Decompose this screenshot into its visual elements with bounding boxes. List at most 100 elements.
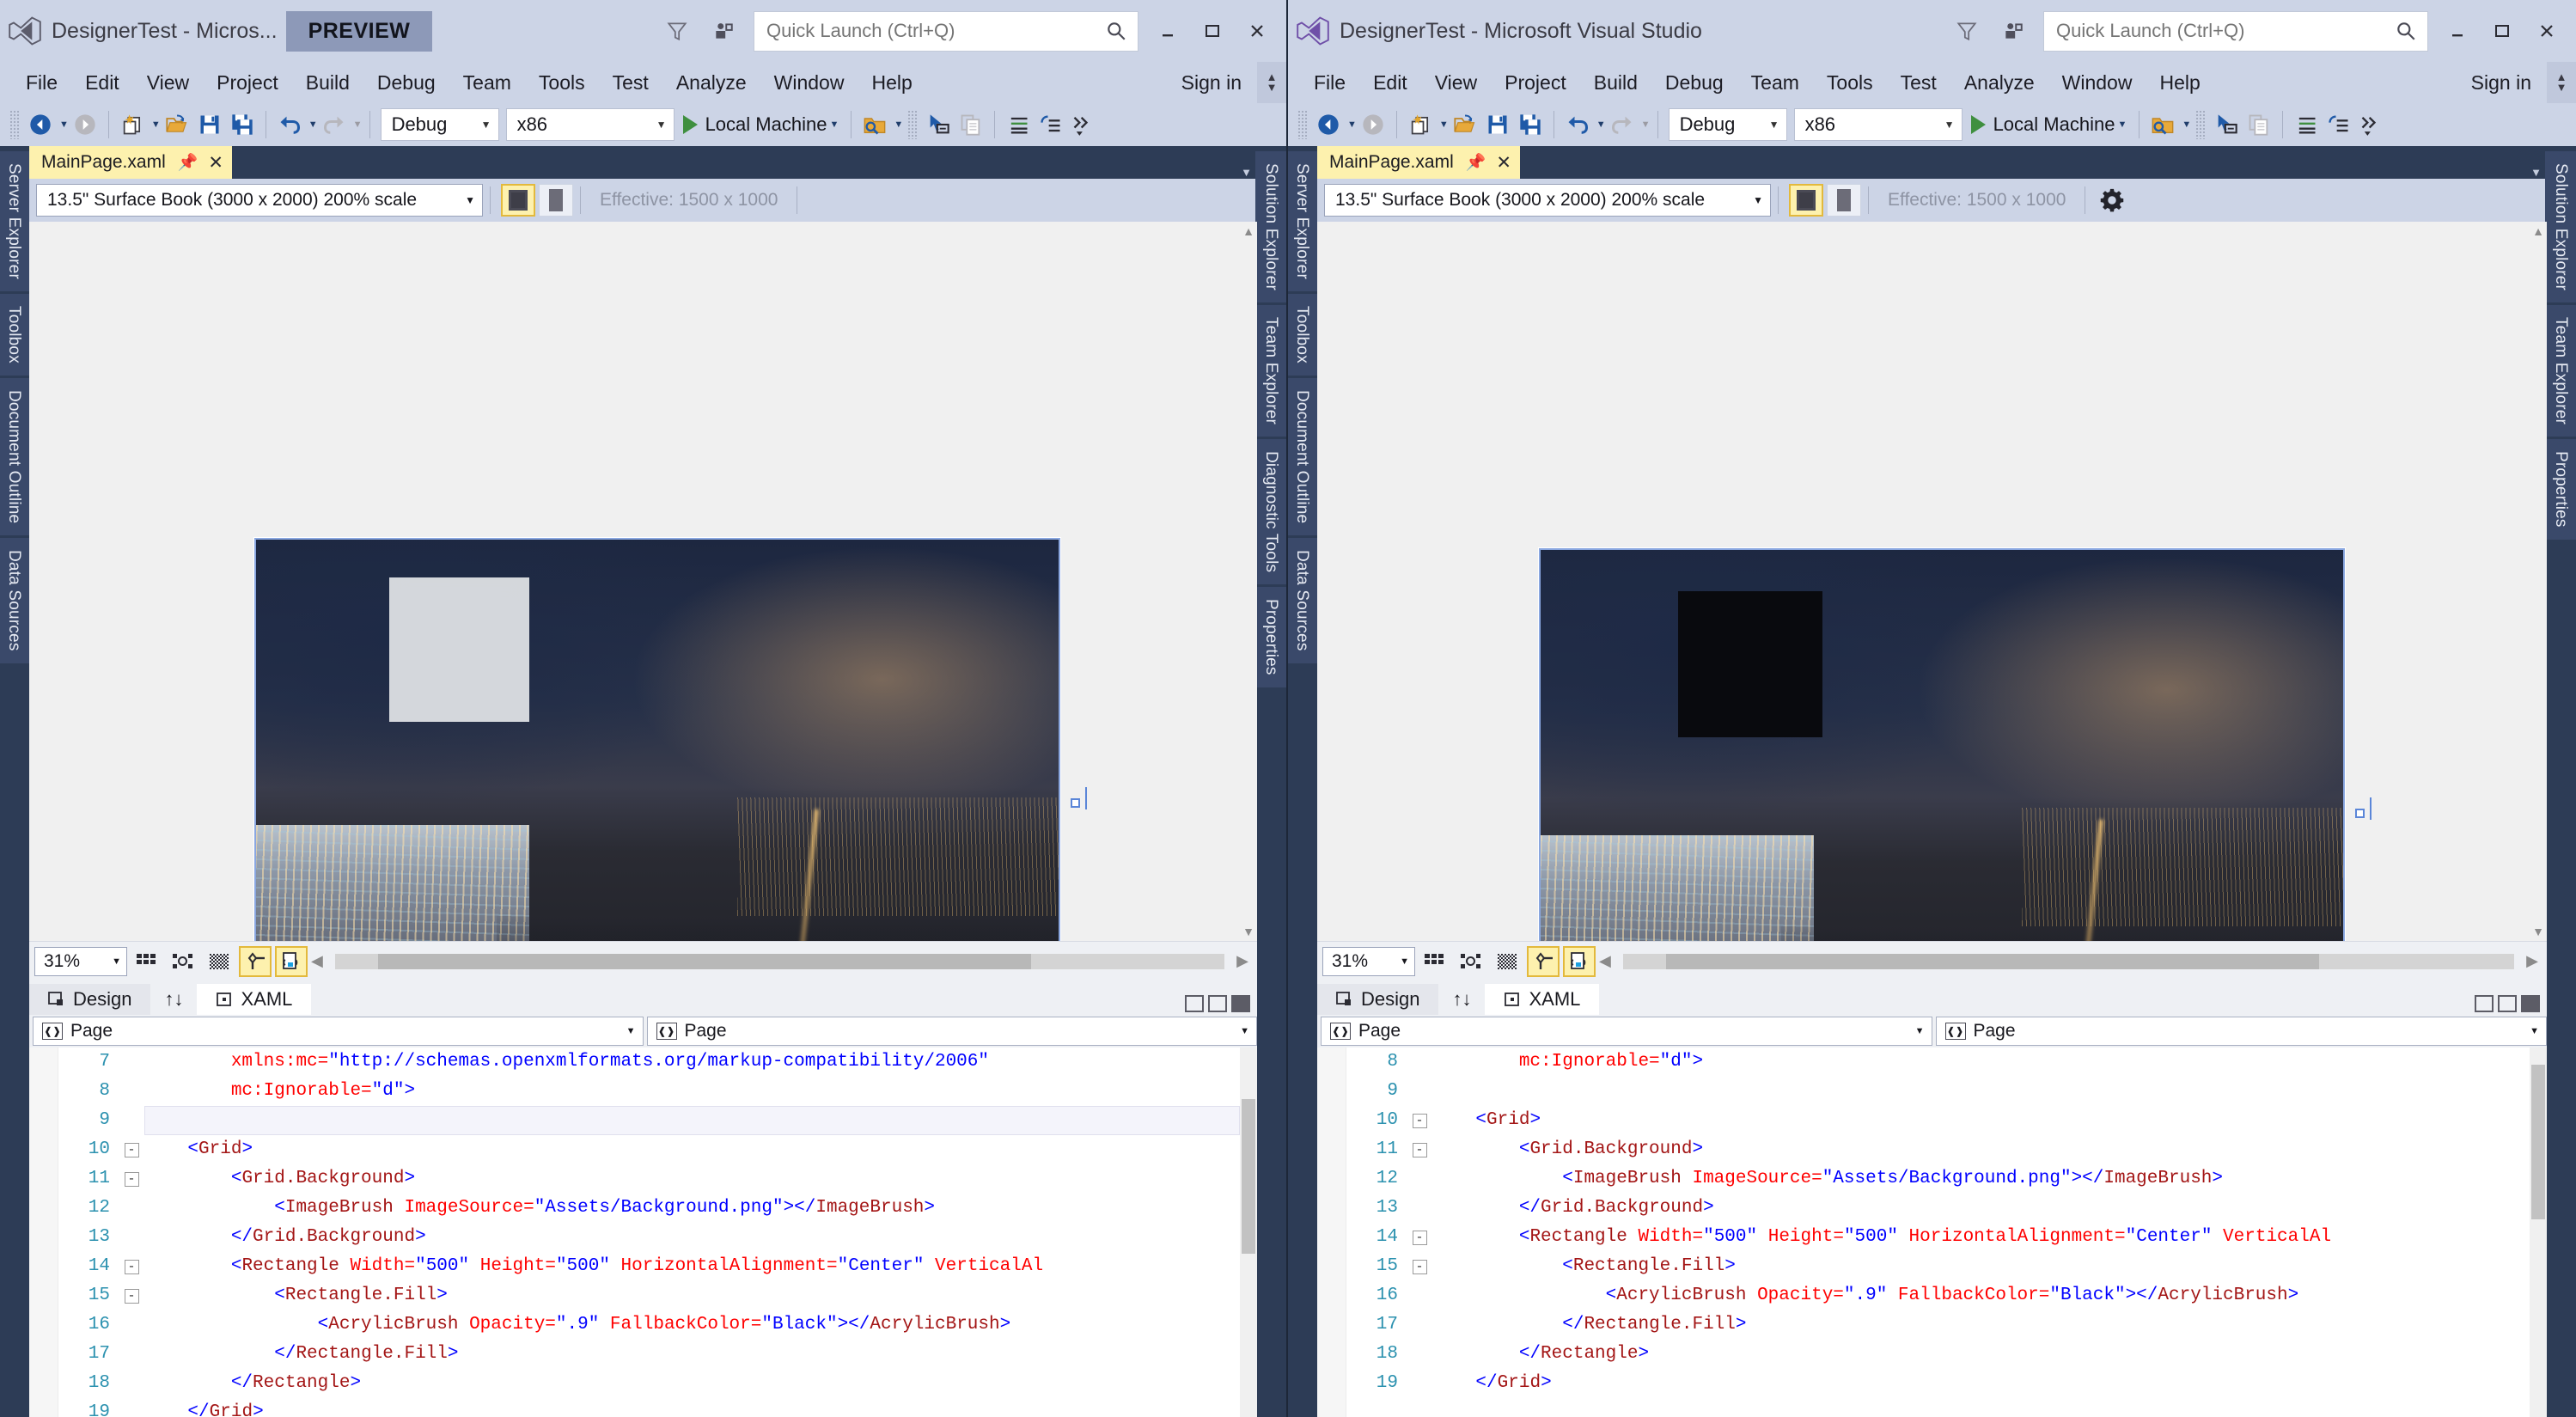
scrollbar-thumb[interactable] — [377, 953, 1031, 969]
code-line[interactable]: <AcrylicBrush Opacity=".9" FallbackColor… — [1432, 1281, 2530, 1310]
copy-icon[interactable] — [2243, 107, 2275, 143]
start-debug-button[interactable]: Local Machine ▼ — [678, 107, 845, 143]
sidebar-item-document-outline[interactable]: Document Outline — [1288, 377, 1317, 536]
back-dropdown-caret-icon[interactable]: ▼ — [1347, 119, 1357, 130]
undo-icon[interactable] — [1561, 107, 1594, 143]
undo-caret-icon[interactable]: ▼ — [308, 119, 318, 130]
menu-project[interactable]: Project — [203, 62, 292, 103]
find-caret-icon[interactable]: ▼ — [894, 119, 903, 130]
minimize-icon[interactable] — [1145, 6, 1190, 56]
redo-icon[interactable] — [318, 107, 351, 143]
device-preview-icon[interactable] — [275, 945, 308, 977]
code-lines[interactable]: xmlns:mc="http://schemas.openxmlformats.… — [144, 1047, 1240, 1417]
swap-panes-icon[interactable]: ↑↓ — [150, 984, 197, 1015]
code-line[interactable]: </Grid.Background> — [1432, 1194, 2530, 1223]
design-horizontal-scrollbar[interactable] — [334, 953, 1225, 969]
menu-project[interactable]: Project — [1491, 62, 1580, 103]
notification-icon[interactable] — [1990, 5, 2036, 57]
collapse-region-toggle[interactable]: - — [124, 1288, 139, 1304]
close-icon[interactable]: ✕ — [208, 152, 223, 174]
navigate-back-icon[interactable] — [24, 107, 57, 143]
collapse-region-toggle[interactable]: - — [1412, 1142, 1427, 1157]
menu-window[interactable]: Window — [760, 62, 858, 103]
outlining-margin[interactable]: - - - - — [119, 1047, 144, 1417]
code-line[interactable]: <Grid.Background> — [1432, 1135, 2530, 1164]
design-horizontal-scrollbar[interactable] — [1622, 953, 2515, 969]
open-file-icon[interactable] — [1449, 107, 1481, 143]
outlining-cell[interactable] — [119, 1398, 144, 1417]
scroll-left-icon[interactable]: ◀ — [1596, 952, 1615, 970]
start-debug-button[interactable]: Local Machine ▼ — [1966, 107, 2133, 143]
sidebar-item-solution-explorer[interactable]: Solution Explorer — [2545, 151, 2576, 303]
code-line[interactable]: <Grid.Background> — [144, 1164, 1240, 1194]
code-line[interactable]: </Rectangle> — [144, 1369, 1240, 1398]
sidebar-item-diagnostic-tools[interactable]: Diagnostic Tools — [1255, 439, 1286, 585]
code-line[interactable]: </Grid.Background> — [144, 1223, 1240, 1252]
outlining-cell[interactable]: - — [1407, 1252, 1432, 1281]
scroll-up-icon[interactable]: ▲ — [1242, 222, 1254, 241]
xaml-code-editor[interactable]: 7 8 9 10 11 12 13 14 15 16 17 18 19 - - - - xmlns:mc="h… — [29, 1047, 1257, 1417]
find-in-files-icon[interactable] — [858, 107, 891, 143]
snap-to-grid-icon[interactable] — [167, 946, 199, 977]
outlining-cell[interactable]: - — [119, 1252, 144, 1281]
vertical-split-icon[interactable] — [1185, 995, 1204, 1012]
code-vertical-scrollbar[interactable] — [1240, 1047, 1257, 1417]
sidebar-item-solution-explorer[interactable]: Solution Explorer — [1255, 151, 1286, 303]
show-grid-icon[interactable] — [131, 946, 163, 977]
sidebar-item-properties[interactable]: Properties — [1255, 587, 1286, 687]
menu-help[interactable]: Help — [2146, 62, 2213, 103]
toolbar-grip-2[interactable] — [2195, 110, 2207, 139]
code-vertical-scrollbar[interactable] — [2530, 1047, 2547, 1417]
snap-to-snaplines-icon[interactable] — [239, 945, 272, 977]
acrylic-rectangle[interactable] — [1678, 591, 1822, 737]
toolbar-grip-2[interactable] — [907, 110, 919, 139]
outlining-cell[interactable] — [1407, 1077, 1432, 1106]
collapse-region-toggle[interactable]: - — [1412, 1259, 1427, 1274]
menu-analyze[interactable]: Analyze — [1950, 62, 2048, 103]
collapse-region-toggle[interactable]: - — [124, 1259, 139, 1274]
code-line[interactable]: <Rectangle Width="500" Height="500" Hori… — [1432, 1223, 2530, 1252]
menu-tools[interactable]: Tools — [525, 62, 599, 103]
design-surface[interactable]: ▲ ▼ — [1317, 222, 2547, 941]
minimize-icon[interactable] — [2435, 6, 2480, 56]
menu-debug[interactable]: Debug — [1651, 62, 1737, 103]
redo-icon[interactable] — [1606, 107, 1639, 143]
code-line[interactable]: xmlns:mc="http://schemas.openxmlformats.… — [144, 1047, 1240, 1077]
snap-to-snaplines-icon[interactable] — [1527, 945, 1560, 977]
chevron-updown-icon[interactable]: ▲ ▼ — [1257, 62, 1286, 103]
code-line[interactable]: <Rectangle.Fill> — [1432, 1252, 2530, 1281]
portrait-orientation-icon[interactable] — [1827, 184, 1861, 217]
tab-mainpage-xaml[interactable]: MainPage.xaml 📌 ✕ — [1317, 146, 1521, 179]
menu-help[interactable]: Help — [858, 62, 925, 103]
breadcrumb-member-combo[interactable]: ❰❱ Page ▼ — [646, 1017, 1257, 1046]
portrait-orientation-icon[interactable] — [539, 184, 573, 217]
code-line[interactable]: <Grid> — [1432, 1106, 2530, 1135]
feedback-icon[interactable] — [654, 5, 700, 57]
breadcrumb-member-combo[interactable]: ❰❱ Page ▼ — [1935, 1017, 2547, 1046]
outlining-cell[interactable] — [1407, 1164, 1432, 1194]
tab-mainpage-xaml[interactable]: MainPage.xaml 📌 ✕ — [29, 146, 233, 179]
device-preview-icon[interactable] — [1563, 945, 1596, 977]
show-grid-icon[interactable] — [1419, 946, 1451, 977]
menu-build[interactable]: Build — [1580, 62, 1651, 103]
outlining-cell[interactable] — [1407, 1340, 1432, 1369]
new-item-icon[interactable] — [116, 107, 149, 143]
code-line[interactable]: </Grid> — [144, 1398, 1240, 1417]
outlining-cell[interactable]: - — [1407, 1135, 1432, 1164]
tab-design[interactable]: Design — [29, 984, 151, 1015]
outlining-cell[interactable] — [1407, 1281, 1432, 1310]
find-in-files-icon[interactable] — [2146, 107, 2179, 143]
design-surface-vertical-scrollbar[interactable]: ▲ ▼ — [1240, 222, 1257, 941]
outlining-cell[interactable] — [119, 1340, 144, 1369]
pointer-icon[interactable] — [922, 107, 955, 143]
menu-file[interactable]: File — [12, 62, 71, 103]
outlining-cell[interactable] — [119, 1077, 144, 1106]
navigate-back-icon[interactable] — [1312, 107, 1345, 143]
restore-icon[interactable] — [1190, 6, 1235, 56]
code-line[interactable]: <Grid> — [144, 1135, 1240, 1164]
breadcrumb-type-combo[interactable]: ❰❱ Page ▼ — [1321, 1017, 1932, 1046]
solution-platform-combo[interactable]: x86 ▼ — [505, 108, 675, 141]
code-line[interactable] — [144, 1106, 1240, 1135]
toolbar-grip[interactable] — [1297, 110, 1308, 139]
outlining-cell[interactable] — [119, 1194, 144, 1223]
